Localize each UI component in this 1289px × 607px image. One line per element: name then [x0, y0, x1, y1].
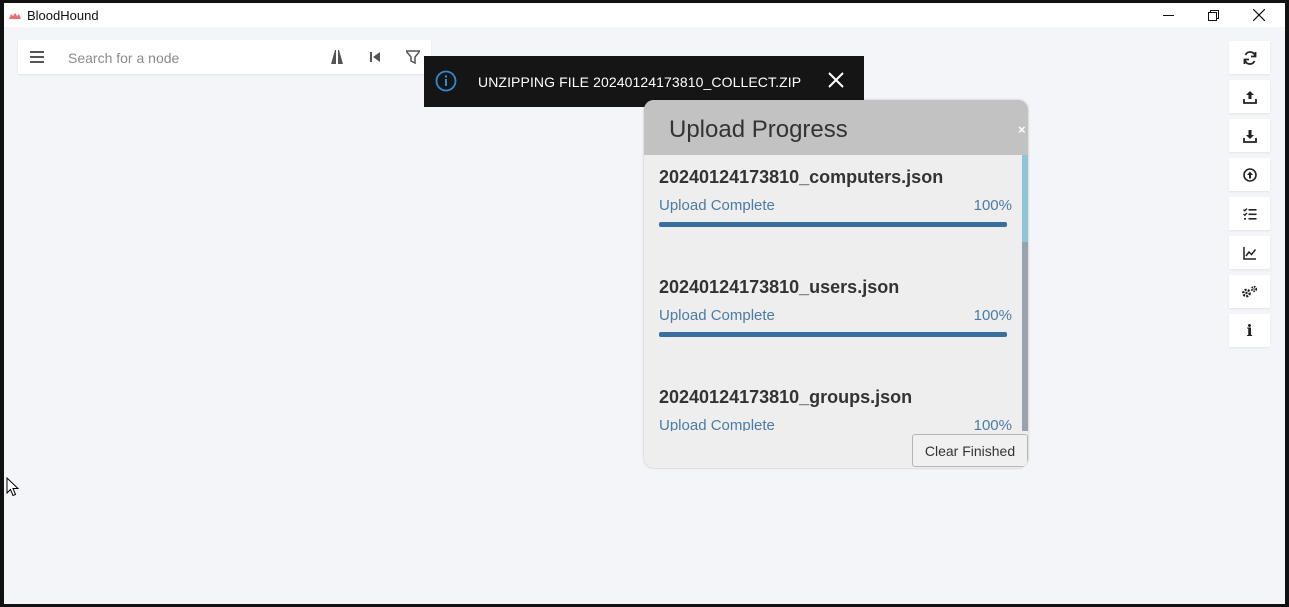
window-title: BloodHound [27, 8, 99, 23]
minimize-icon [1162, 14, 1174, 16]
restore-button[interactable] [1190, 3, 1236, 27]
file-name: 20240124173810_groups.json [659, 387, 913, 407]
search-input[interactable] [66, 46, 320, 70]
back-button[interactable] [367, 49, 383, 65]
scrollbar-thumb[interactable] [1022, 155, 1028, 242]
progress-bar [659, 332, 1007, 337]
database-info-icon [1242, 246, 1256, 260]
query-list-icon [1242, 207, 1256, 220]
settings-button[interactable] [1229, 275, 1270, 308]
upload-status: Upload Complete [659, 417, 775, 431]
about-button[interactable]: i [1229, 314, 1270, 347]
info-icon [435, 70, 457, 92]
filter-button[interactable] [405, 49, 421, 65]
upload-data-icon [1242, 167, 1257, 182]
refresh-icon [1243, 50, 1256, 65]
filter-icon [406, 50, 420, 64]
database-info-button[interactable] [1229, 236, 1270, 269]
close-icon [1253, 9, 1265, 21]
minimize-button[interactable] [1145, 3, 1191, 27]
progress-bar-fill [659, 222, 1007, 227]
upload-list[interactable]: 20240124173810_computers.json Upload Com… [644, 155, 1022, 431]
pathfinding-button[interactable] [329, 49, 345, 65]
upload-progress-panel: Upload Progress × 20240124173810_compute… [644, 100, 1028, 468]
file-name: 20240124173810_users.json [659, 277, 900, 297]
scrollbar[interactable] [1022, 155, 1028, 431]
progress-bar-fill [659, 332, 1007, 337]
clear-finished-button[interactable]: Clear Finished [912, 434, 1028, 467]
close-icon[interactable] [827, 71, 845, 89]
title-bar: BloodHound [0, 0, 1289, 27]
import-graph-button[interactable] [1229, 119, 1270, 152]
upload-percent: 100% [973, 417, 1012, 431]
search-bar [18, 40, 431, 74]
upload-percent: 100% [973, 307, 1012, 324]
panel-header: Upload Progress × [644, 100, 1028, 155]
upload-status: Upload Complete [659, 197, 775, 214]
menu-icon[interactable] [30, 50, 44, 64]
file-name: 20240124173810_computers.json [659, 167, 944, 187]
about-icon: i [1246, 321, 1253, 340]
query-list-button[interactable] [1229, 197, 1270, 230]
settings-icon [1242, 285, 1258, 297]
back-icon [370, 52, 380, 62]
upload-status: Upload Complete [659, 307, 775, 324]
panel-close-button[interactable]: × [1018, 122, 1026, 137]
upload-data-button[interactable] [1229, 158, 1270, 191]
toast-message: UNZIPPING FILE 20240124173810_COLLECT.ZI… [478, 74, 802, 90]
pathfinding-icon [331, 50, 343, 64]
progress-bar [659, 222, 1007, 227]
refresh-button[interactable] [1229, 41, 1270, 74]
export-graph-icon [1242, 90, 1257, 104]
import-graph-icon [1242, 129, 1257, 143]
upload-percent: 100% [973, 197, 1012, 214]
restore-icon [1207, 9, 1219, 21]
export-graph-button[interactable] [1229, 80, 1270, 113]
mouse-cursor-icon [6, 477, 20, 497]
close-window-button[interactable] [1236, 3, 1282, 27]
bloodhound-logo-icon [9, 13, 21, 19]
panel-title: Upload Progress [669, 116, 848, 143]
